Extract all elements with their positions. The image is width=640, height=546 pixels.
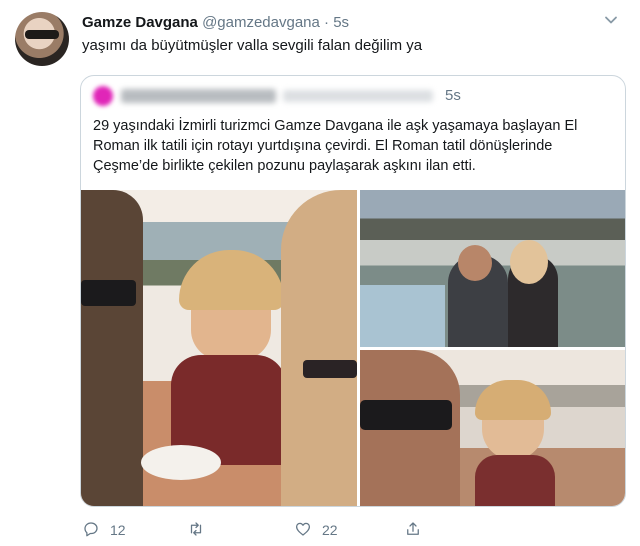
quoted-tweet[interactable]: 5s 29 yaşındaki İzmirli turizmci Gamze D… [80, 75, 626, 507]
retweet-button[interactable] [187, 518, 215, 542]
share-button[interactable] [404, 518, 422, 542]
separator-dot: · [324, 14, 330, 31]
avatar-sunglasses [25, 30, 59, 39]
media-grid [81, 190, 625, 506]
photo-selfie[interactable] [81, 190, 357, 506]
quoted-text-line: Roman ilk tatili için rotayı yurtdışına … [93, 138, 553, 154]
photo-couple-closeup[interactable] [360, 350, 625, 506]
quoted-author-name-blurred [121, 89, 276, 103]
share-icon [404, 520, 422, 541]
quoted-text-line: 29 yaşındaki İzmirli turizmci Gamze Davg… [93, 118, 578, 134]
tweet-header: Gamze Davgana @gamzedavgana · 5s [82, 13, 349, 33]
reply-count: 12 [110, 522, 126, 538]
quoted-handle-blurred [283, 90, 433, 102]
like-icon [294, 520, 312, 541]
like-count: 22 [322, 522, 338, 538]
action-bar: 12 22 [82, 518, 502, 542]
tweet-text: yaşımı da büyütmüşler valla sevgili fala… [82, 37, 423, 54]
quoted-text-line: Çeşme’de birlikte çekilen pozunu paylaşa… [93, 158, 476, 174]
chevron-down-icon[interactable] [601, 13, 621, 33]
reply-icon [82, 520, 100, 541]
tweet[interactable]: Gamze Davgana @gamzedavgana · 5s yaşımı … [0, 0, 640, 546]
avatar[interactable] [15, 12, 69, 66]
author-name[interactable]: Gamze Davgana [82, 14, 198, 31]
quoted-tweet-text: 29 yaşındaki İzmirli turizmci Gamze Davg… [93, 116, 618, 176]
photo-couple-view[interactable] [360, 190, 625, 347]
reply-button[interactable]: 12 [82, 518, 126, 542]
tweet-time[interactable]: 5s [333, 14, 349, 31]
quoted-tweet-time[interactable]: 5s [445, 86, 461, 106]
quoted-avatar-blurred [93, 86, 113, 106]
author-handle[interactable]: @gamzedavgana [202, 14, 320, 31]
retweet-icon [187, 520, 205, 541]
like-button[interactable]: 22 [294, 518, 338, 542]
